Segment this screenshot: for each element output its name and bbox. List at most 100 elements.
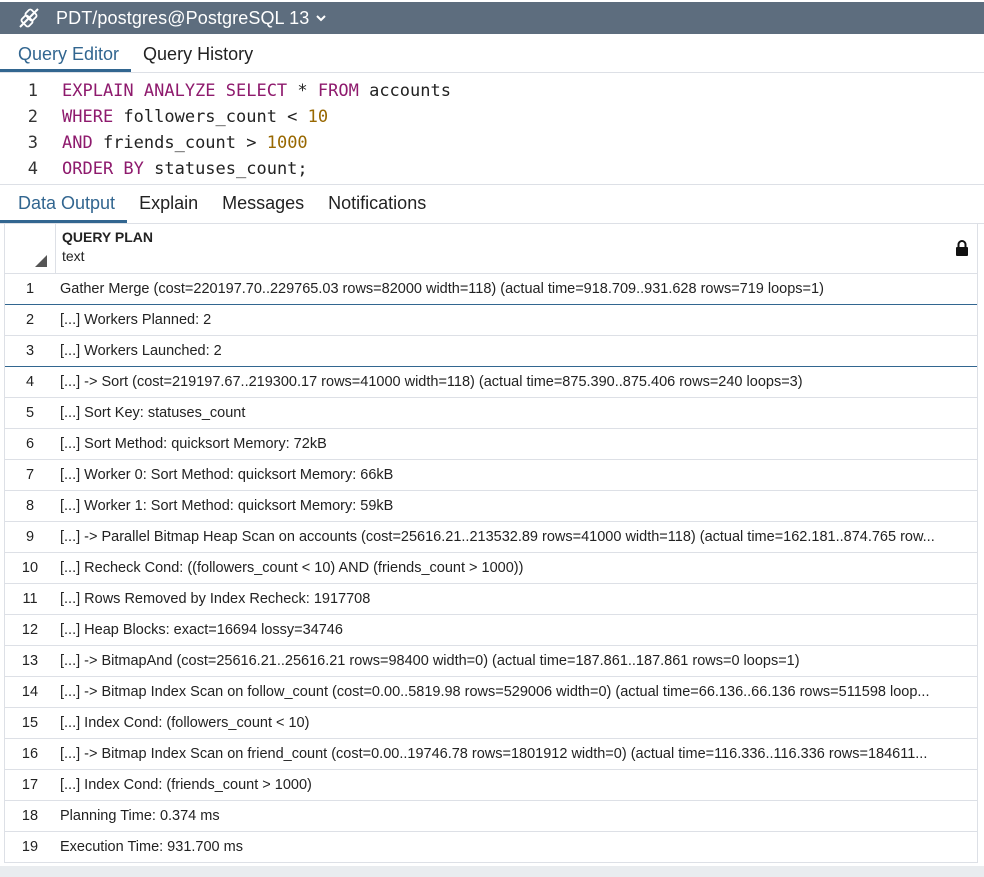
table-row[interactable]: 16 [...] -> Bitmap Index Scan on friend_c…: [5, 739, 977, 770]
table-row[interactable]: 11 [...] Rows Removed by Index Recheck: 1…: [5, 584, 977, 615]
code-line[interactable]: 4 ORDER BY statuses_count;: [0, 156, 984, 182]
query-plan-cell[interactable]: [...] -> Sort (cost=219197.67..219300.17…: [55, 374, 977, 390]
tab-messages[interactable]: Messages: [210, 185, 316, 223]
editor-tabs: Query Editor Query History: [0, 36, 984, 73]
query-plan-cell[interactable]: [...] Heap Blocks: exact=16694 lossy=347…: [55, 622, 977, 638]
column-type: text: [62, 248, 85, 264]
table-row[interactable]: 8 [...] Worker 1: Sort Method: quicksort …: [5, 491, 977, 522]
row-number[interactable]: 10: [5, 560, 55, 576]
row-number[interactable]: 17: [5, 777, 55, 793]
table-row[interactable]: 14 [...] -> Bitmap Index Scan on follow_c…: [5, 677, 977, 708]
query-plan-cell[interactable]: [...] Sort Method: quicksort Memory: 72k…: [55, 436, 977, 452]
tab-notifications[interactable]: Notifications: [316, 185, 438, 223]
table-row[interactable]: 19 Execution Time: 931.700 ms: [5, 832, 977, 863]
data-output-grid: QUERY PLAN text 1 Gather Merge (cost=2201…: [4, 224, 978, 863]
code-token: accounts: [358, 81, 451, 101]
connection-plug-icon: [16, 5, 42, 31]
code-line[interactable]: 2 WHERE followers_count < 10: [0, 104, 984, 130]
row-number[interactable]: 14: [5, 684, 55, 700]
code-token: ORDER BY: [62, 159, 144, 179]
query-plan-cell[interactable]: [...] Index Cond: (friends_count > 1000): [55, 777, 977, 793]
code-token: AND: [62, 133, 93, 153]
table-row[interactable]: 4 [...] -> Sort (cost=219197.67..219300.1…: [5, 367, 977, 398]
line-number: 1: [27, 81, 38, 101]
sql-editor[interactable]: 1 EXPLAIN ANALYZE SELECT * FROM accounts 2…: [0, 78, 984, 182]
code-token: 1000: [266, 133, 308, 153]
query-plan-cell[interactable]: Planning Time: 0.374 ms: [55, 808, 977, 824]
query-plan-cell[interactable]: Execution Time: 931.700 ms: [55, 839, 977, 855]
line-number: 2: [27, 107, 38, 127]
row-number[interactable]: 5: [5, 405, 55, 421]
table-row[interactable]: 2 [...] Workers Planned: 2: [5, 305, 977, 336]
code-token: WHERE: [62, 107, 114, 127]
table-row[interactable]: 18 Planning Time: 0.374 ms: [5, 801, 977, 832]
table-row[interactable]: 10 [...] Recheck Cond: ((followers_count …: [5, 553, 977, 584]
row-number[interactable]: 9: [5, 529, 55, 545]
connection-bar[interactable]: PDT/postgres@PostgreSQL 13: [0, 2, 984, 34]
output-tabs: Data Output Explain Messages Notificatio…: [0, 184, 984, 224]
line-number: 4: [27, 159, 38, 179]
code-token: EXPLAIN ANALYZE SELECT: [62, 81, 288, 101]
row-number[interactable]: 15: [5, 715, 55, 731]
row-number[interactable]: 8: [5, 498, 55, 514]
tab-explain[interactable]: Explain: [127, 185, 210, 223]
table-row[interactable]: 12 [...] Heap Blocks: exact=16694 lossy=3…: [5, 615, 977, 646]
connection-title[interactable]: PDT/postgres@PostgreSQL 13: [56, 8, 309, 29]
lock-icon: [955, 240, 969, 261]
query-plan-cell[interactable]: [...] Recheck Cond: ((followers_count < …: [55, 560, 977, 576]
query-plan-cell[interactable]: [...] Worker 0: Sort Method: quicksort M…: [55, 467, 977, 483]
query-plan-cell[interactable]: [...] -> Bitmap Index Scan on follow_cou…: [55, 684, 977, 700]
row-number[interactable]: 11: [5, 591, 55, 607]
row-number[interactable]: 12: [5, 622, 55, 638]
row-number[interactable]: 3: [5, 343, 55, 359]
row-number[interactable]: 1: [5, 281, 55, 297]
query-plan-cell[interactable]: [...] Rows Removed by Index Recheck: 191…: [55, 591, 977, 607]
query-plan-cell[interactable]: [...] -> BitmapAnd (cost=25616.21..25616…: [55, 653, 977, 669]
row-number[interactable]: 16: [5, 746, 55, 762]
query-plan-cell[interactable]: [...] Index Cond: (followers_count < 10): [55, 715, 977, 731]
code-line[interactable]: 3 AND friends_count > 1000: [0, 130, 984, 156]
column-name: QUERY PLAN: [62, 229, 154, 245]
query-plan-cell[interactable]: Gather Merge (cost=220197.70..229765.03 …: [55, 281, 977, 297]
query-plan-cell[interactable]: [...] Workers Planned: 2: [55, 312, 977, 328]
tab-data-output[interactable]: Data Output: [0, 185, 128, 223]
row-number[interactable]: 18: [5, 808, 55, 824]
table-row[interactable]: 13 [...] -> BitmapAnd (cost=25616.21..256…: [5, 646, 977, 677]
row-number[interactable]: 7: [5, 467, 55, 483]
row-number[interactable]: 2: [5, 312, 55, 328]
row-number[interactable]: 19: [5, 839, 55, 855]
code-token: friends_count >: [92, 133, 267, 153]
code-line[interactable]: 1 EXPLAIN ANALYZE SELECT * FROM accounts: [0, 78, 984, 104]
table-row[interactable]: 7 [...] Worker 0: Sort Method: quicksort …: [5, 460, 977, 491]
tab-query-editor[interactable]: Query Editor: [0, 36, 132, 72]
line-number: 3: [27, 133, 38, 153]
table-row[interactable]: 1 Gather Merge (cost=220197.70..229765.03…: [5, 274, 977, 305]
row-number[interactable]: 4: [5, 374, 55, 390]
grid-rows: 1 Gather Merge (cost=220197.70..229765.03…: [5, 274, 977, 863]
query-plan-cell[interactable]: [...] Worker 1: Sort Method: quicksort M…: [55, 498, 977, 514]
select-all-corner[interactable]: [5, 224, 56, 273]
row-number[interactable]: 13: [5, 653, 55, 669]
table-row[interactable]: 6 [...] Sort Method: quicksort Memory: 72…: [5, 429, 977, 460]
row-number[interactable]: 6: [5, 436, 55, 452]
grid-header: QUERY PLAN text: [5, 224, 977, 274]
table-row[interactable]: 9 [...] -> Parallel Bitmap Heap Scan on a…: [5, 522, 977, 553]
table-row[interactable]: 17 [...] Index Cond: (friends_count > 100…: [5, 770, 977, 801]
code-token: statuses_count;: [143, 159, 308, 179]
table-row[interactable]: 3 [...] Workers Launched: 2: [5, 336, 977, 367]
query-plan-cell[interactable]: [...] Workers Launched: 2: [55, 343, 977, 359]
column-header-query-plan[interactable]: QUERY PLAN text: [56, 224, 153, 273]
query-plan-cell[interactable]: [...] -> Bitmap Index Scan on friend_cou…: [55, 746, 977, 762]
query-plan-cell[interactable]: [...] -> Parallel Bitmap Heap Scan on ac…: [55, 529, 977, 545]
query-plan-cell[interactable]: [...] Sort Key: statuses_count: [55, 405, 977, 421]
code-token: *: [287, 81, 318, 101]
chevron-down-icon[interactable]: [315, 10, 327, 26]
corner-triangle-icon: [35, 255, 47, 267]
code-token: FROM: [317, 81, 359, 101]
tab-query-history[interactable]: Query History: [131, 36, 265, 72]
table-row[interactable]: 5 [...] Sort Key: statuses_count: [5, 398, 977, 429]
code-token: 10: [307, 107, 329, 127]
code-token: followers_count <: [113, 107, 308, 127]
table-row[interactable]: 15 [...] Index Cond: (followers_count < 1…: [5, 708, 977, 739]
bottom-scroll-area: [0, 866, 984, 877]
